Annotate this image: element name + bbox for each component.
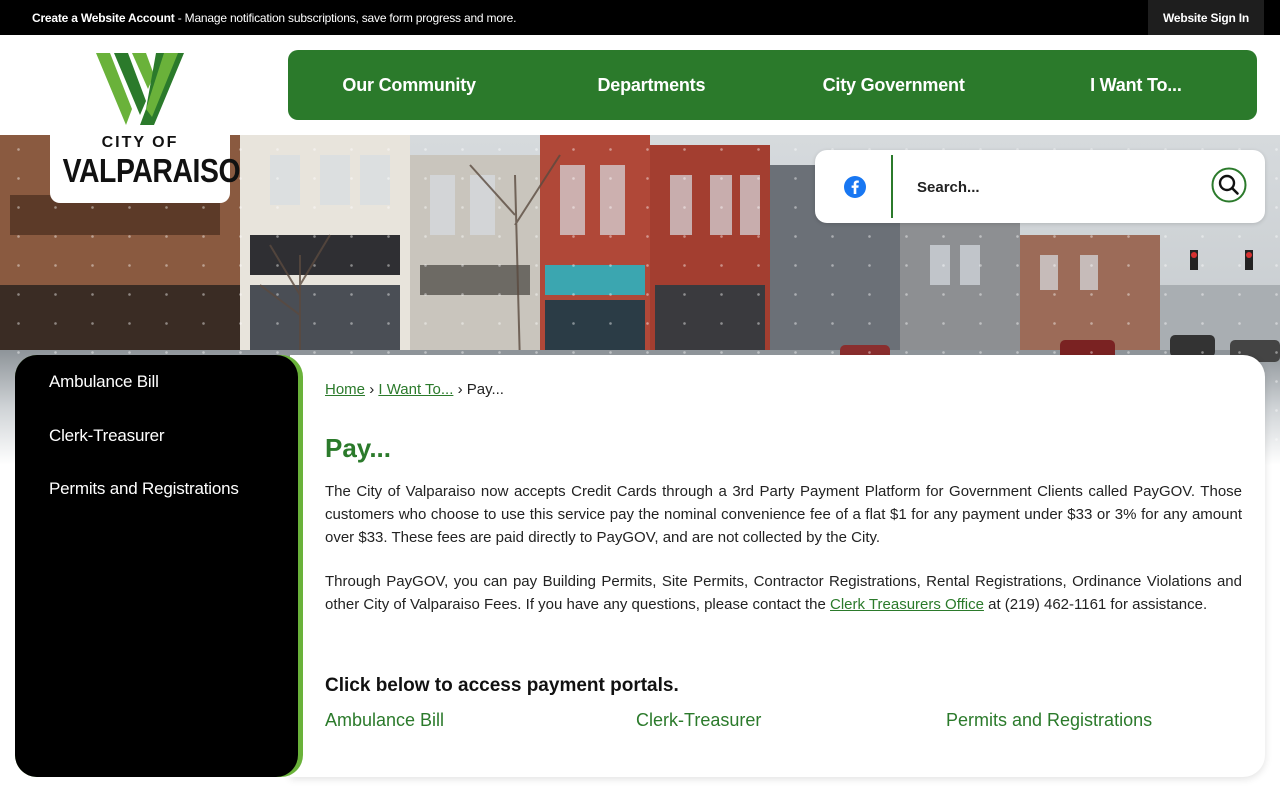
search-divider [891,155,893,218]
portal-link-ambulance-bill[interactable]: Ambulance Bill [325,710,444,731]
website-sign-in-button[interactable]: Website Sign In [1148,0,1264,35]
page-title: Pay... [325,433,392,463]
create-account-message[interactable]: Create a Website Account - Manage notifi… [32,11,516,25]
breadcrumb-separator: › [457,381,463,398]
logo-city-of: CITY OF [101,134,179,151]
nav-i-want-to[interactable]: I Want To... [1015,50,1257,120]
portal-link-permits-registrations[interactable]: Permits and Registrations [946,710,1152,731]
portal-link-clerk-treasurer[interactable]: Clerk-Treasurer [636,710,761,731]
valparaiso-v-logo-icon [96,53,184,125]
breadcrumb-separator: › [369,381,375,398]
sidebar-item-ambulance-bill[interactable]: Ambulance Bill [49,372,159,392]
nav-departments[interactable]: Departments [530,50,772,120]
logo-city-name: VALPARAISO [62,152,241,189]
clerk-treasurers-office-link[interactable]: Clerk Treasurers Office [830,596,984,613]
breadcrumb-home[interactable]: Home [325,381,365,398]
nav-our-community[interactable]: Our Community [288,50,530,120]
contact-text-after: at (219) 462-1161 for assistance. [983,596,1208,613]
payment-portals-heading: Click below to access payment portals. [325,675,679,696]
sidebar: Ambulance Bill Clerk-Treasurer Permits a… [15,355,298,777]
search-input[interactable] [917,174,1197,200]
facebook-icon[interactable] [843,175,867,199]
search-icon[interactable] [1211,167,1247,203]
main-navigation: Our Community Departments City Governmen… [288,50,1257,120]
sidebar-accent: Ambulance Bill Clerk-Treasurer Permits a… [15,355,303,777]
top-bar: Create a Website Account - Manage notifi… [0,0,1280,35]
main-content: Home › I Want To... › Pay... Pay... The … [290,355,1265,777]
sidebar-item-permits-registrations[interactable]: Permits and Registrations [49,479,239,499]
search-box [815,150,1265,223]
breadcrumb-i-want-to[interactable]: I Want To... [378,381,453,398]
city-logo[interactable]: CITY OF VALPARAISO [50,35,241,203]
sidebar-item-clerk-treasurer[interactable]: Clerk-Treasurer [49,426,165,446]
paygov-intro-paragraph: The City of Valparaiso now accepts Credi… [325,483,1242,546]
breadcrumb-current: Pay... [466,381,504,398]
paygov-contact-paragraph: Through PayGOV, you can pay Building Per… [325,570,1242,616]
nav-city-government[interactable]: City Government [773,50,1015,120]
create-account-description: - Manage notification subscriptions, sav… [174,11,517,25]
breadcrumb: Home › I Want To... › Pay... [325,381,504,398]
create-account-link[interactable]: Create a Website Account [32,11,175,25]
